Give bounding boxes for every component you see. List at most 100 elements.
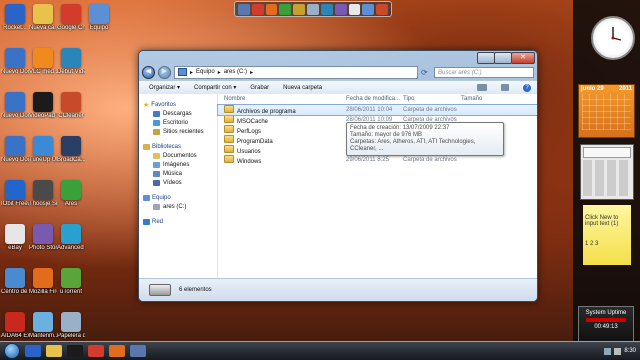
organize-menu[interactable]: Organizar ▾ xyxy=(149,84,180,91)
folder-icon xyxy=(224,155,234,163)
taskbar-app-icon[interactable] xyxy=(46,345,62,357)
maximize-button[interactable] xyxy=(494,52,512,64)
nav-item-label: Música xyxy=(163,170,183,177)
nav-computer[interactable]: Equipo xyxy=(139,193,217,202)
refresh-icon[interactable]: ⟳ xyxy=(421,67,431,78)
nav-item-downloads[interactable]: Descargas xyxy=(139,109,217,118)
taskbar-clock[interactable]: 8:30 xyxy=(624,348,636,354)
desktop-icon[interactable]: Nueva carpeta xyxy=(29,4,57,32)
nav-item-videos[interactable]: Vídeos xyxy=(139,178,217,187)
file-name-cell: PerfLogs xyxy=(218,125,346,135)
nav-network[interactable]: Red xyxy=(139,217,217,226)
dock-icon[interactable] xyxy=(348,3,361,15)
desktop-icon[interactable]: uTorrent xyxy=(57,268,85,296)
address-bar[interactable]: ▸ Equipo ▸ ares (C:) ▸ xyxy=(174,65,418,79)
breadcrumb-equipo[interactable]: Equipo xyxy=(196,69,215,75)
preview-pane-icon[interactable] xyxy=(501,84,509,91)
desktop-icon[interactable]: BroadCa... Classics xyxy=(57,136,85,164)
desktop-icon-label: VLC med... xyxy=(29,69,57,75)
desktop-icon[interactable]: eBay xyxy=(1,224,29,252)
file-row[interactable]: Archivos de programa 28/06/2011 10:04 Carp… xyxy=(217,104,537,116)
folder-icon xyxy=(224,105,234,113)
nav-item-documents[interactable]: Documentos xyxy=(139,151,217,160)
desktop-icon[interactable]: CCleaner xyxy=(57,92,85,120)
dock-icon[interactable] xyxy=(265,3,278,15)
back-button[interactable]: ◀ xyxy=(142,65,155,79)
volume-tray-icon[interactable] xyxy=(614,347,622,355)
window-body: ★ Favoritos Descargas Escritorio Sitios … xyxy=(139,94,537,279)
sticky-note-gadget[interactable]: Click New to input text (1) 1 2 3 xyxy=(583,205,631,265)
desktop-icon[interactable]: Papelera de recicl... xyxy=(57,312,85,340)
dock-icon[interactable] xyxy=(320,3,333,15)
calculator-gadget[interactable] xyxy=(580,144,634,200)
dock-icon[interactable] xyxy=(251,3,264,15)
desktop-icon[interactable]: Debut Video ... xyxy=(57,48,85,76)
share-menu[interactable]: Compartir con ▾ xyxy=(194,84,236,91)
app-icon xyxy=(61,180,81,200)
nav-item-music[interactable]: Música xyxy=(139,169,217,178)
calculator-keys[interactable] xyxy=(583,160,631,196)
desktop-icon[interactable]: Nuevo Docum... xyxy=(1,136,29,164)
note-pages[interactable]: 1 2 3 xyxy=(585,241,629,247)
taskbar-app-icon[interactable] xyxy=(109,345,125,357)
desktop-icon[interactable]: Ares xyxy=(57,180,85,208)
taskbar-app-icon[interactable] xyxy=(67,345,83,357)
desktop-icon[interactable]: AIDA64 Extre... xyxy=(1,312,29,340)
recent-places-icon xyxy=(153,128,160,135)
help-icon[interactable]: ? xyxy=(523,83,531,92)
desktop-icon[interactable]: Thoosje Sidebar xyxy=(29,180,57,208)
desktop-icon[interactable]: Rocket... xyxy=(1,4,29,32)
nav-item-drive-c[interactable]: ares (C:) xyxy=(139,202,217,211)
desktop-icon[interactable]: Centro de movilida... xyxy=(1,268,29,296)
nav-libraries[interactable]: Bibliotecas xyxy=(139,142,217,151)
desktop-icon[interactable]: Mozilla Firefox xyxy=(29,268,57,296)
burn-button[interactable]: Grabar xyxy=(250,85,269,91)
dock-icon[interactable] xyxy=(238,3,250,15)
view-options-icon[interactable] xyxy=(477,84,487,91)
new-folder-button[interactable]: Nueva carpeta xyxy=(283,85,322,91)
title-bar[interactable]: ✕ xyxy=(139,51,537,65)
desktop-icon[interactable]: Nuevo Docum... xyxy=(1,48,29,76)
nav-item-desktop[interactable]: Escritorio xyxy=(139,118,217,127)
column-size[interactable]: Tamaño xyxy=(461,96,501,102)
network-tray-icon[interactable] xyxy=(604,347,612,355)
desktop-icon[interactable]: Advanced SystemC... xyxy=(57,224,85,252)
taskbar-app-icon[interactable] xyxy=(130,345,146,357)
column-name[interactable]: Nombre xyxy=(218,96,346,102)
column-type[interactable]: Tipo xyxy=(403,96,461,102)
dock-icon[interactable] xyxy=(293,3,306,15)
app-icon xyxy=(33,180,53,200)
desktop-icon[interactable]: Google Chrome xyxy=(57,4,85,32)
close-button[interactable]: ✕ xyxy=(511,52,535,64)
minimize-button[interactable] xyxy=(477,52,495,64)
dock-icon[interactable] xyxy=(279,3,292,15)
file-row[interactable]: Windows 29/06/2011 8:25 Carpeta de archivo… xyxy=(218,155,537,165)
desktop-icon-label: Nuevo Docum... xyxy=(1,113,29,119)
dock-icon[interactable] xyxy=(376,3,388,15)
desktop-icon[interactable]: Nuevo Docum... xyxy=(1,92,29,120)
clock-gadget[interactable] xyxy=(591,16,635,60)
calendar-gadget[interactable]: junio 29 2011 xyxy=(578,84,635,138)
taskbar-app-icon[interactable] xyxy=(88,345,104,357)
nav-item-recent[interactable]: Sitios recientes xyxy=(139,127,217,136)
search-input[interactable]: Buscar ares (C:) xyxy=(434,66,534,78)
desktop-icon[interactable]: IObit Freeware xyxy=(1,180,29,208)
column-date[interactable]: Fecha de modifica... xyxy=(346,96,403,102)
start-button[interactable] xyxy=(4,343,20,359)
desktop-icon[interactable]: VideoPad Video E... xyxy=(29,92,57,120)
dock-icon[interactable] xyxy=(307,3,319,15)
nav-item-pictures[interactable]: Imágenes xyxy=(139,160,217,169)
desktop-icon[interactable]: Equipo xyxy=(85,4,113,32)
forward-button[interactable]: ▶ xyxy=(158,65,171,79)
dock-icon[interactable] xyxy=(334,3,347,15)
dock-icon[interactable] xyxy=(362,3,375,15)
desktop-icon[interactable]: TuneUp Utiliti... xyxy=(29,136,57,164)
taskbar-app-icon[interactable] xyxy=(25,345,41,357)
desktop-icon[interactable]: Mantenm... con 1 clic xyxy=(29,312,57,340)
breadcrumb-drive[interactable]: ares (C:) xyxy=(224,69,247,75)
nav-item-label: Sitios recientes xyxy=(163,128,204,135)
desktop-icon[interactable]: VLC med... xyxy=(29,48,57,76)
nav-favorites[interactable]: ★ Favoritos xyxy=(139,100,217,109)
desktop-icon-label: BroadCa... Classics xyxy=(57,157,85,163)
desktop-icon[interactable]: Photo Story 3 for... xyxy=(29,224,57,252)
